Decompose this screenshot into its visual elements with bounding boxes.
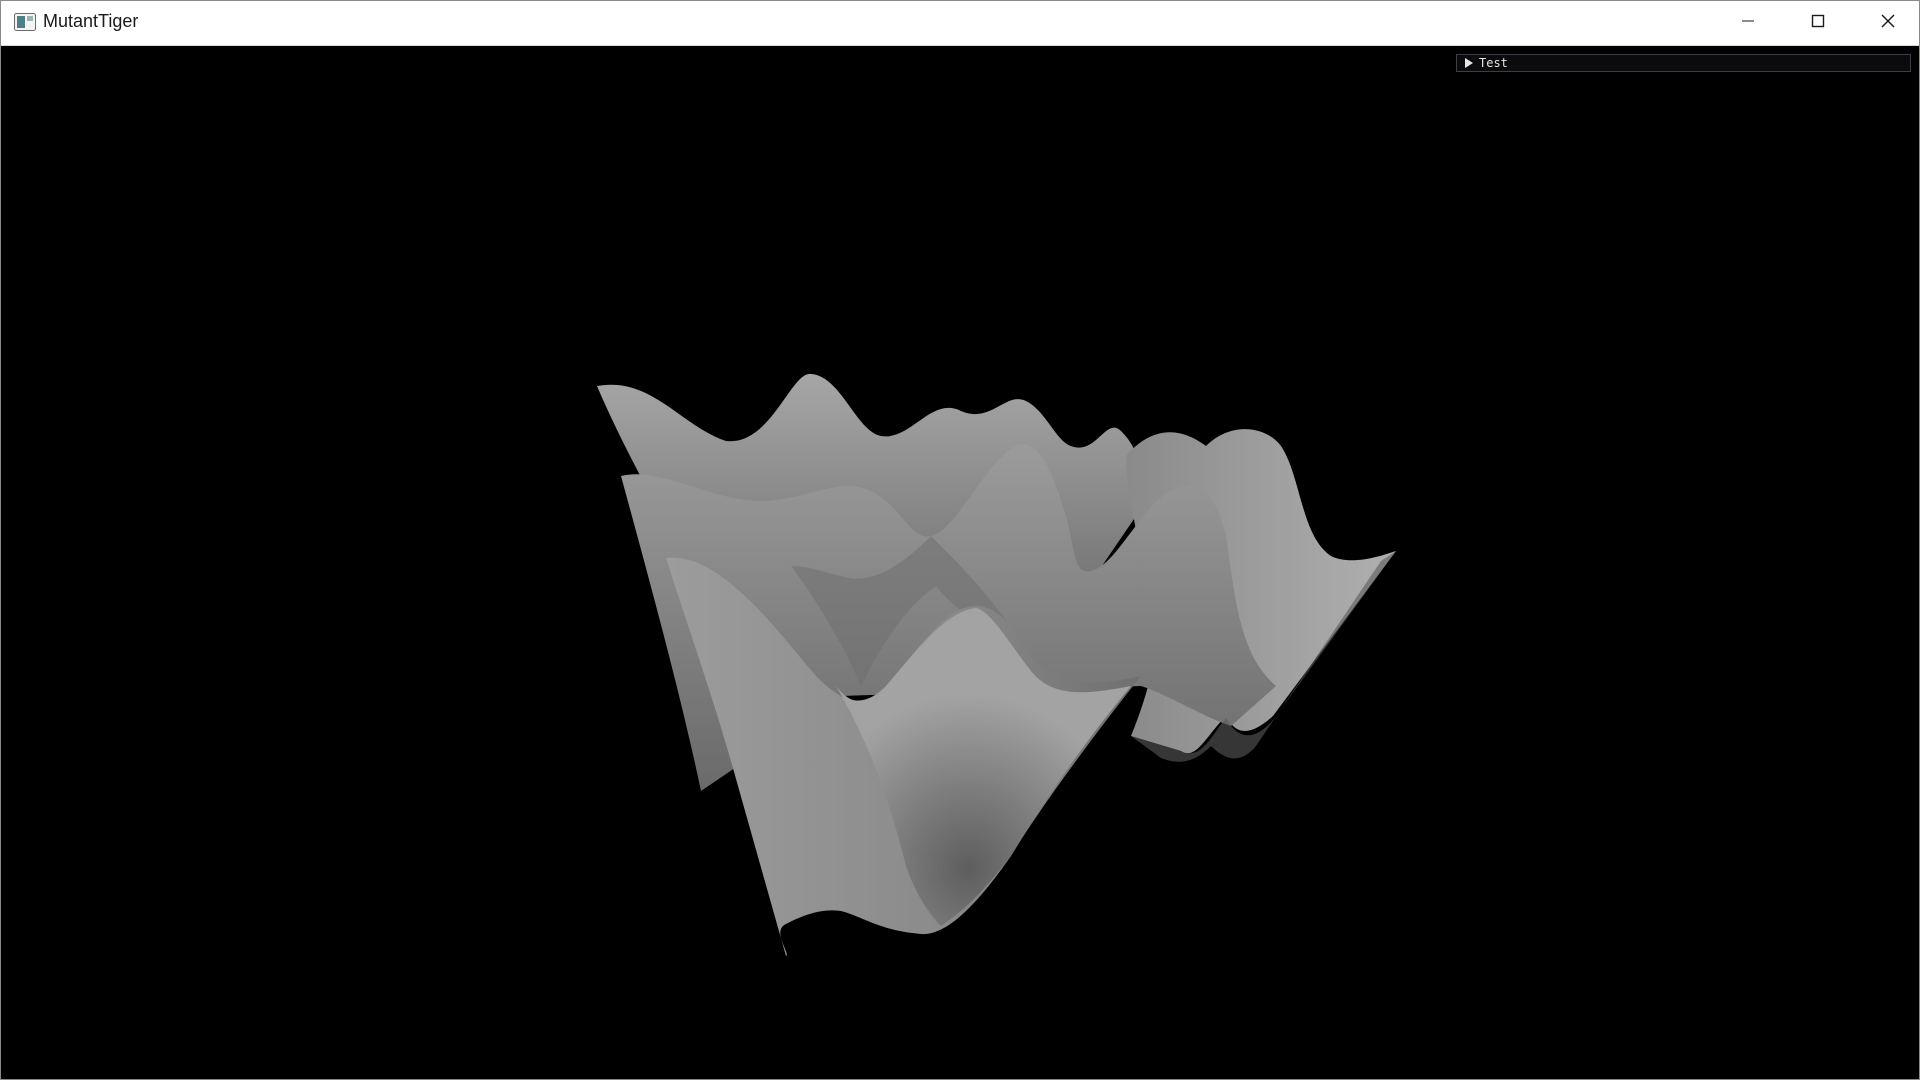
imgui-test-panel[interactable]: Test xyxy=(1456,54,1911,72)
wave-surface-render xyxy=(597,373,1396,956)
minimize-icon xyxy=(1740,13,1756,34)
app-window: MutantTiger Test xyxy=(0,0,1920,1080)
imgui-panel-title: Test xyxy=(1479,56,1508,70)
window-title: MutantTiger xyxy=(43,11,139,31)
render-viewport[interactable]: Test xyxy=(1,46,1919,1079)
title-bar[interactable]: MutantTiger xyxy=(1,1,1919,46)
minimize-button[interactable] xyxy=(1713,1,1783,45)
maximize-button[interactable] xyxy=(1783,1,1853,45)
maximize-icon xyxy=(1810,13,1826,34)
app-window-icon xyxy=(14,13,36,31)
close-button[interactable] xyxy=(1853,1,1920,45)
collapse-arrow-icon[interactable] xyxy=(1465,58,1473,68)
close-icon xyxy=(1880,13,1896,34)
